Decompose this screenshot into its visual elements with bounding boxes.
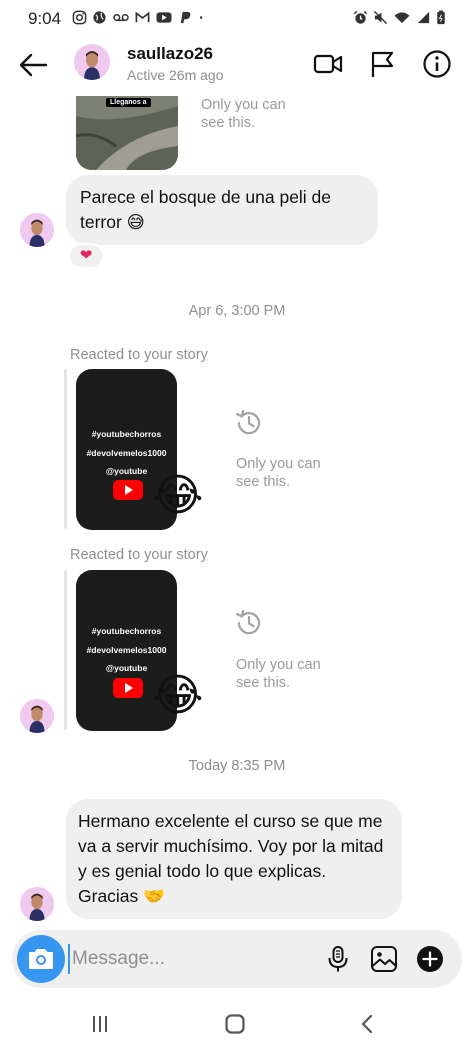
video-call-icon[interactable] xyxy=(312,48,344,80)
profile-photo-icon xyxy=(74,44,110,80)
youtube-logo-icon xyxy=(113,480,143,500)
dot-icon xyxy=(199,16,203,19)
camera-icon xyxy=(29,949,53,969)
flag-icon[interactable] xyxy=(366,48,398,80)
android-nav-bar xyxy=(0,1000,474,1052)
chat-thread[interactable]: Lleganos a Only you can see this. Parece… xyxy=(0,96,474,930)
sender-avatar[interactable] xyxy=(20,213,54,247)
shared-photo-thumbnail[interactable]: Lleganos a xyxy=(76,96,178,170)
photo-overlay-text: Lleganos a xyxy=(106,98,151,107)
home-icon[interactable] xyxy=(223,1012,247,1036)
youtube-logo-icon xyxy=(113,678,143,698)
only-you-caption: Only you can see this. xyxy=(236,456,321,490)
globe-icon xyxy=(93,11,106,24)
recent-apps-icon[interactable] xyxy=(88,1012,112,1036)
wifi-icon xyxy=(394,12,410,24)
story-hashtag: #devolvemelos1000 xyxy=(86,645,167,655)
youtube-icon xyxy=(156,12,172,23)
status-right-icons xyxy=(353,10,446,25)
instagram-icon xyxy=(72,10,87,25)
message-input[interactable] xyxy=(68,944,318,974)
back-arrow-icon[interactable] xyxy=(16,48,50,82)
story-hashtag: #youtubechorros xyxy=(91,429,162,439)
timestamp-divider: Apr 6, 3:00 PM xyxy=(188,303,286,319)
heart-reaction[interactable]: ❤ xyxy=(68,243,104,269)
back-nav-icon[interactable] xyxy=(356,1012,380,1036)
message-composer xyxy=(12,930,462,988)
reacted-to-story-label: Reacted to your story xyxy=(70,347,208,363)
story-hashtag: #devolvemelos1000 xyxy=(86,448,167,458)
microphone-icon[interactable] xyxy=(323,944,353,974)
chat-header: saullazo26 Active 26m ago xyxy=(0,38,474,96)
profile-photo-icon xyxy=(20,887,54,921)
history-icon xyxy=(235,409,261,435)
gallery-icon[interactable] xyxy=(369,944,399,974)
forest-path-image xyxy=(76,96,178,170)
message-bubble-received[interactable]: Hermano excelente el curso se que me va … xyxy=(66,799,402,919)
signal-icon xyxy=(417,11,430,24)
only-you-caption: Only you can see this. xyxy=(236,657,321,691)
story-hashtag: #youtubechorros xyxy=(91,626,162,636)
voicemail-icon xyxy=(113,13,129,22)
sender-avatar[interactable] xyxy=(20,887,54,921)
reply-bar xyxy=(64,570,67,730)
alarm-icon xyxy=(353,10,368,24)
battery-icon xyxy=(437,10,445,25)
profile-photo-icon xyxy=(20,699,54,733)
status-left-icons xyxy=(72,10,208,25)
contact-active-status: Active 26m ago xyxy=(127,67,224,83)
mute-icon xyxy=(373,10,388,25)
laughing-emoji-reaction: 😂 xyxy=(152,471,204,520)
reacted-to-story-label: Reacted to your story xyxy=(70,547,208,563)
profile-photo-icon xyxy=(20,213,54,247)
message-bubble-received[interactable]: Parece el bosque de una peli de terror 😅 xyxy=(66,175,378,245)
info-icon[interactable] xyxy=(421,48,453,80)
paypal-icon xyxy=(180,11,191,24)
add-plus-icon[interactable] xyxy=(415,944,445,974)
sender-avatar[interactable] xyxy=(20,699,54,733)
status-bar: 9:04 xyxy=(0,0,474,38)
contact-username[interactable]: saullazo26 xyxy=(127,44,213,64)
status-time: 9:04 xyxy=(28,9,62,28)
header-avatar[interactable] xyxy=(74,44,110,80)
only-you-caption: Only you can see this. xyxy=(201,97,286,131)
laughing-emoji-reaction: 😂 xyxy=(152,671,204,720)
camera-button[interactable] xyxy=(17,935,65,983)
timestamp-divider: Today 8:35 PM xyxy=(188,758,286,774)
reply-bar xyxy=(64,369,67,529)
gmail-icon xyxy=(135,11,150,23)
history-icon xyxy=(235,609,261,635)
